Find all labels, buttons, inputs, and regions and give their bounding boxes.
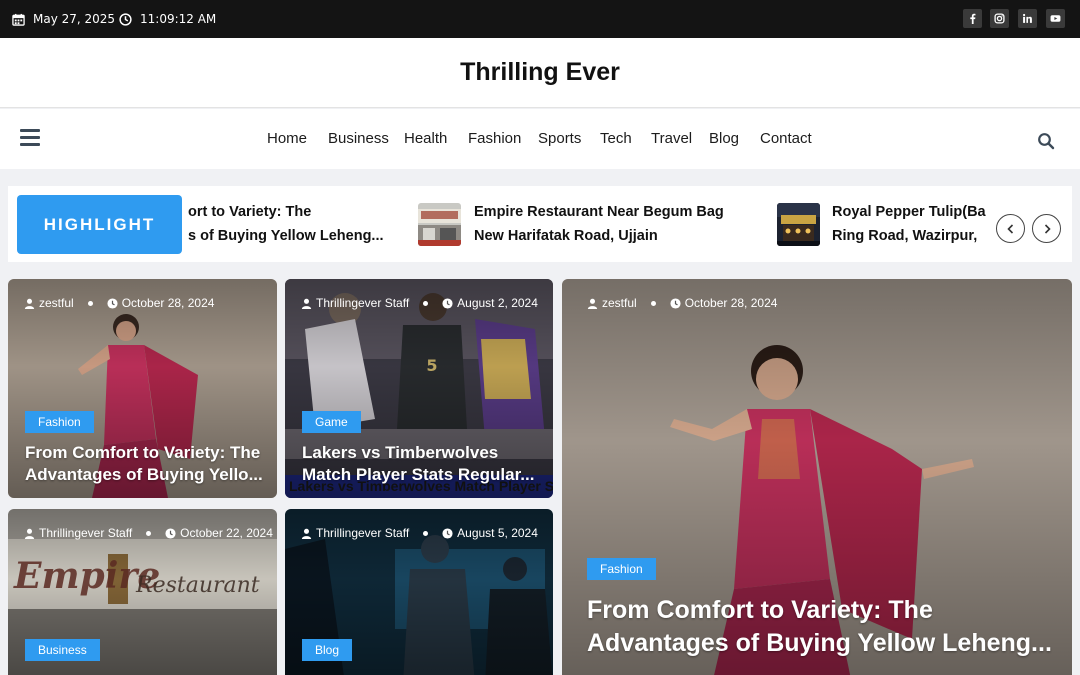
highlight-label: HIGHLIGHT [17,195,182,254]
post-meta: Thrillingever Staff August 5, 2024 [301,526,538,540]
instagram-icon[interactable] [990,9,1009,28]
nav-item-sports[interactable]: Sports [538,130,581,147]
post-date[interactable]: October 28, 2024 [122,296,215,310]
ticker-item[interactable]: Royal Pepper Tulip(Ba Ring Road, Wazirpu… [832,200,986,248]
post-card[interactable]: zestful October 28, 2024 Fashion From Co… [8,279,277,498]
nav-item-fashion[interactable]: Fashion [468,130,521,147]
post-card[interactable]: Empire Restaurant Thrillingever Staff Oc… [8,509,277,675]
highlight-ticker: ort to Variety: The s of Buying Yellow L… [8,186,1072,262]
ticker-item[interactable]: ort to Variety: The s of Buying Yellow L… [188,200,384,248]
post-title-line2: Match Player Stats Regular... [302,465,535,484]
post-title-line1: From Comfort to Variety: The [587,596,933,624]
time-text: 11:09:12 AM [140,12,217,26]
calendar-icon [12,13,25,26]
user-icon [587,298,598,309]
post-author[interactable]: zestful [602,296,637,310]
post-title-line1: From Comfort to Variety: The [25,443,261,462]
site-title[interactable]: Thrilling Ever [0,58,1080,87]
facebook-icon[interactable] [963,9,982,28]
site-header: Thrilling Ever [0,38,1080,108]
post-title[interactable]: From Comfort to Variety: The Advantages … [25,442,263,486]
nav-item-home[interactable]: Home [267,130,307,147]
ticker-item-line2: Ring Road, Wazirpur, [832,228,978,244]
meta-separator [423,300,429,306]
user-icon [24,528,35,539]
post-author[interactable]: Thrillingever Staff [316,296,409,310]
user-icon [24,298,35,309]
nav-item-blog[interactable]: Blog [709,130,739,147]
category-badge[interactable]: Business [25,639,100,661]
nav-item-travel[interactable]: Travel [651,130,692,147]
clock-icon [119,12,132,26]
main-navigation: Home Business Health Fashion Sports Tech… [0,109,1080,169]
clock-icon [107,297,118,309]
post-title-line1: Lakers vs Timberwolves [302,443,499,462]
chevron-left-icon [1006,223,1013,234]
youtube-icon[interactable] [1046,9,1065,28]
meta-separator [423,530,429,536]
meta-separator [650,300,656,306]
clock-icon [670,297,681,309]
category-badge[interactable]: Fashion [25,411,94,433]
post-date[interactable]: October 28, 2024 [685,296,778,310]
post-date[interactable]: October 22, 2024 [180,526,273,540]
post-title[interactable]: From Comfort to Variety: The Advantages … [587,594,1052,660]
date-display: May 27, 2025 [12,12,115,26]
post-date[interactable]: August 2, 2024 [457,296,538,310]
image-caption-b: Restaurant [136,573,260,598]
post-meta: Thrillingever Staff October 22, 2024 [24,526,273,540]
ticker-next-button[interactable] [1032,214,1061,243]
menu-icon[interactable] [20,129,40,147]
post-author[interactable]: Thrillingever Staff [39,526,132,540]
ticker-item-line2: s of Buying Yellow Leheng... [188,228,384,244]
featured-post-card[interactable]: zestful October 28, 2024 Fashion From Co… [562,279,1072,675]
ticker-item-line1: ort to Variety: The [188,204,312,220]
category-badge[interactable]: Blog [302,639,353,661]
clock-icon [442,297,453,309]
chevron-right-icon [1044,223,1051,234]
post-meta: zestful October 28, 2024 [24,296,214,310]
linkedin-icon[interactable] [1018,9,1037,28]
post-meta: Thrillingever Staff August 2, 2024 [301,296,538,310]
user-icon [301,298,312,309]
meta-separator [146,530,152,536]
ticker-thumbnail[interactable] [777,203,820,246]
date-text: May 27, 2025 [33,12,116,26]
ticker-prev-button[interactable] [996,214,1025,243]
post-card[interactable]: Thrillingever Staff August 5, 2024 Blog [285,509,553,675]
nav-item-contact[interactable]: Contact [760,130,812,147]
ticker-item-line1: Empire Restaurant Near Begum Bag [474,204,724,220]
ticker-item[interactable]: Empire Restaurant Near Begum Bag New Har… [474,200,724,248]
user-icon [301,528,312,539]
search-icon[interactable] [1037,132,1055,150]
post-title-line2: Advantages of Buying Yello... [25,465,263,484]
ticker-item-line2: New Harifatak Road, Ujjain [474,228,658,244]
post-author[interactable]: zestful [39,296,74,310]
clock-icon [165,527,176,539]
top-bar: May 27, 2025 11:09:12 AM [0,0,1080,38]
post-card[interactable]: 5 Lakers vs Timberwolves Match Player St… [285,279,553,498]
time-display: 11:09:12 AM [119,12,216,26]
nav-item-health[interactable]: Health [404,130,447,147]
meta-separator [87,300,93,306]
ticker-item-line1: Royal Pepper Tulip(Ba [832,204,986,220]
post-meta: zestful October 28, 2024 [587,296,777,310]
post-title-line2: Advantages of Buying Yellow Leheng... [587,629,1052,657]
post-title[interactable]: Lakers vs Timberwolves Match Player Stat… [302,442,534,486]
nav-item-business[interactable]: Business [328,130,389,147]
post-author[interactable]: Thrillingever Staff [316,526,409,540]
ticker-thumbnail[interactable] [418,203,461,246]
clock-icon [442,527,453,539]
nav-item-tech[interactable]: Tech [600,130,632,147]
post-date[interactable]: August 5, 2024 [457,526,538,540]
category-badge[interactable]: Fashion [587,558,656,580]
category-badge[interactable]: Game [302,411,361,433]
